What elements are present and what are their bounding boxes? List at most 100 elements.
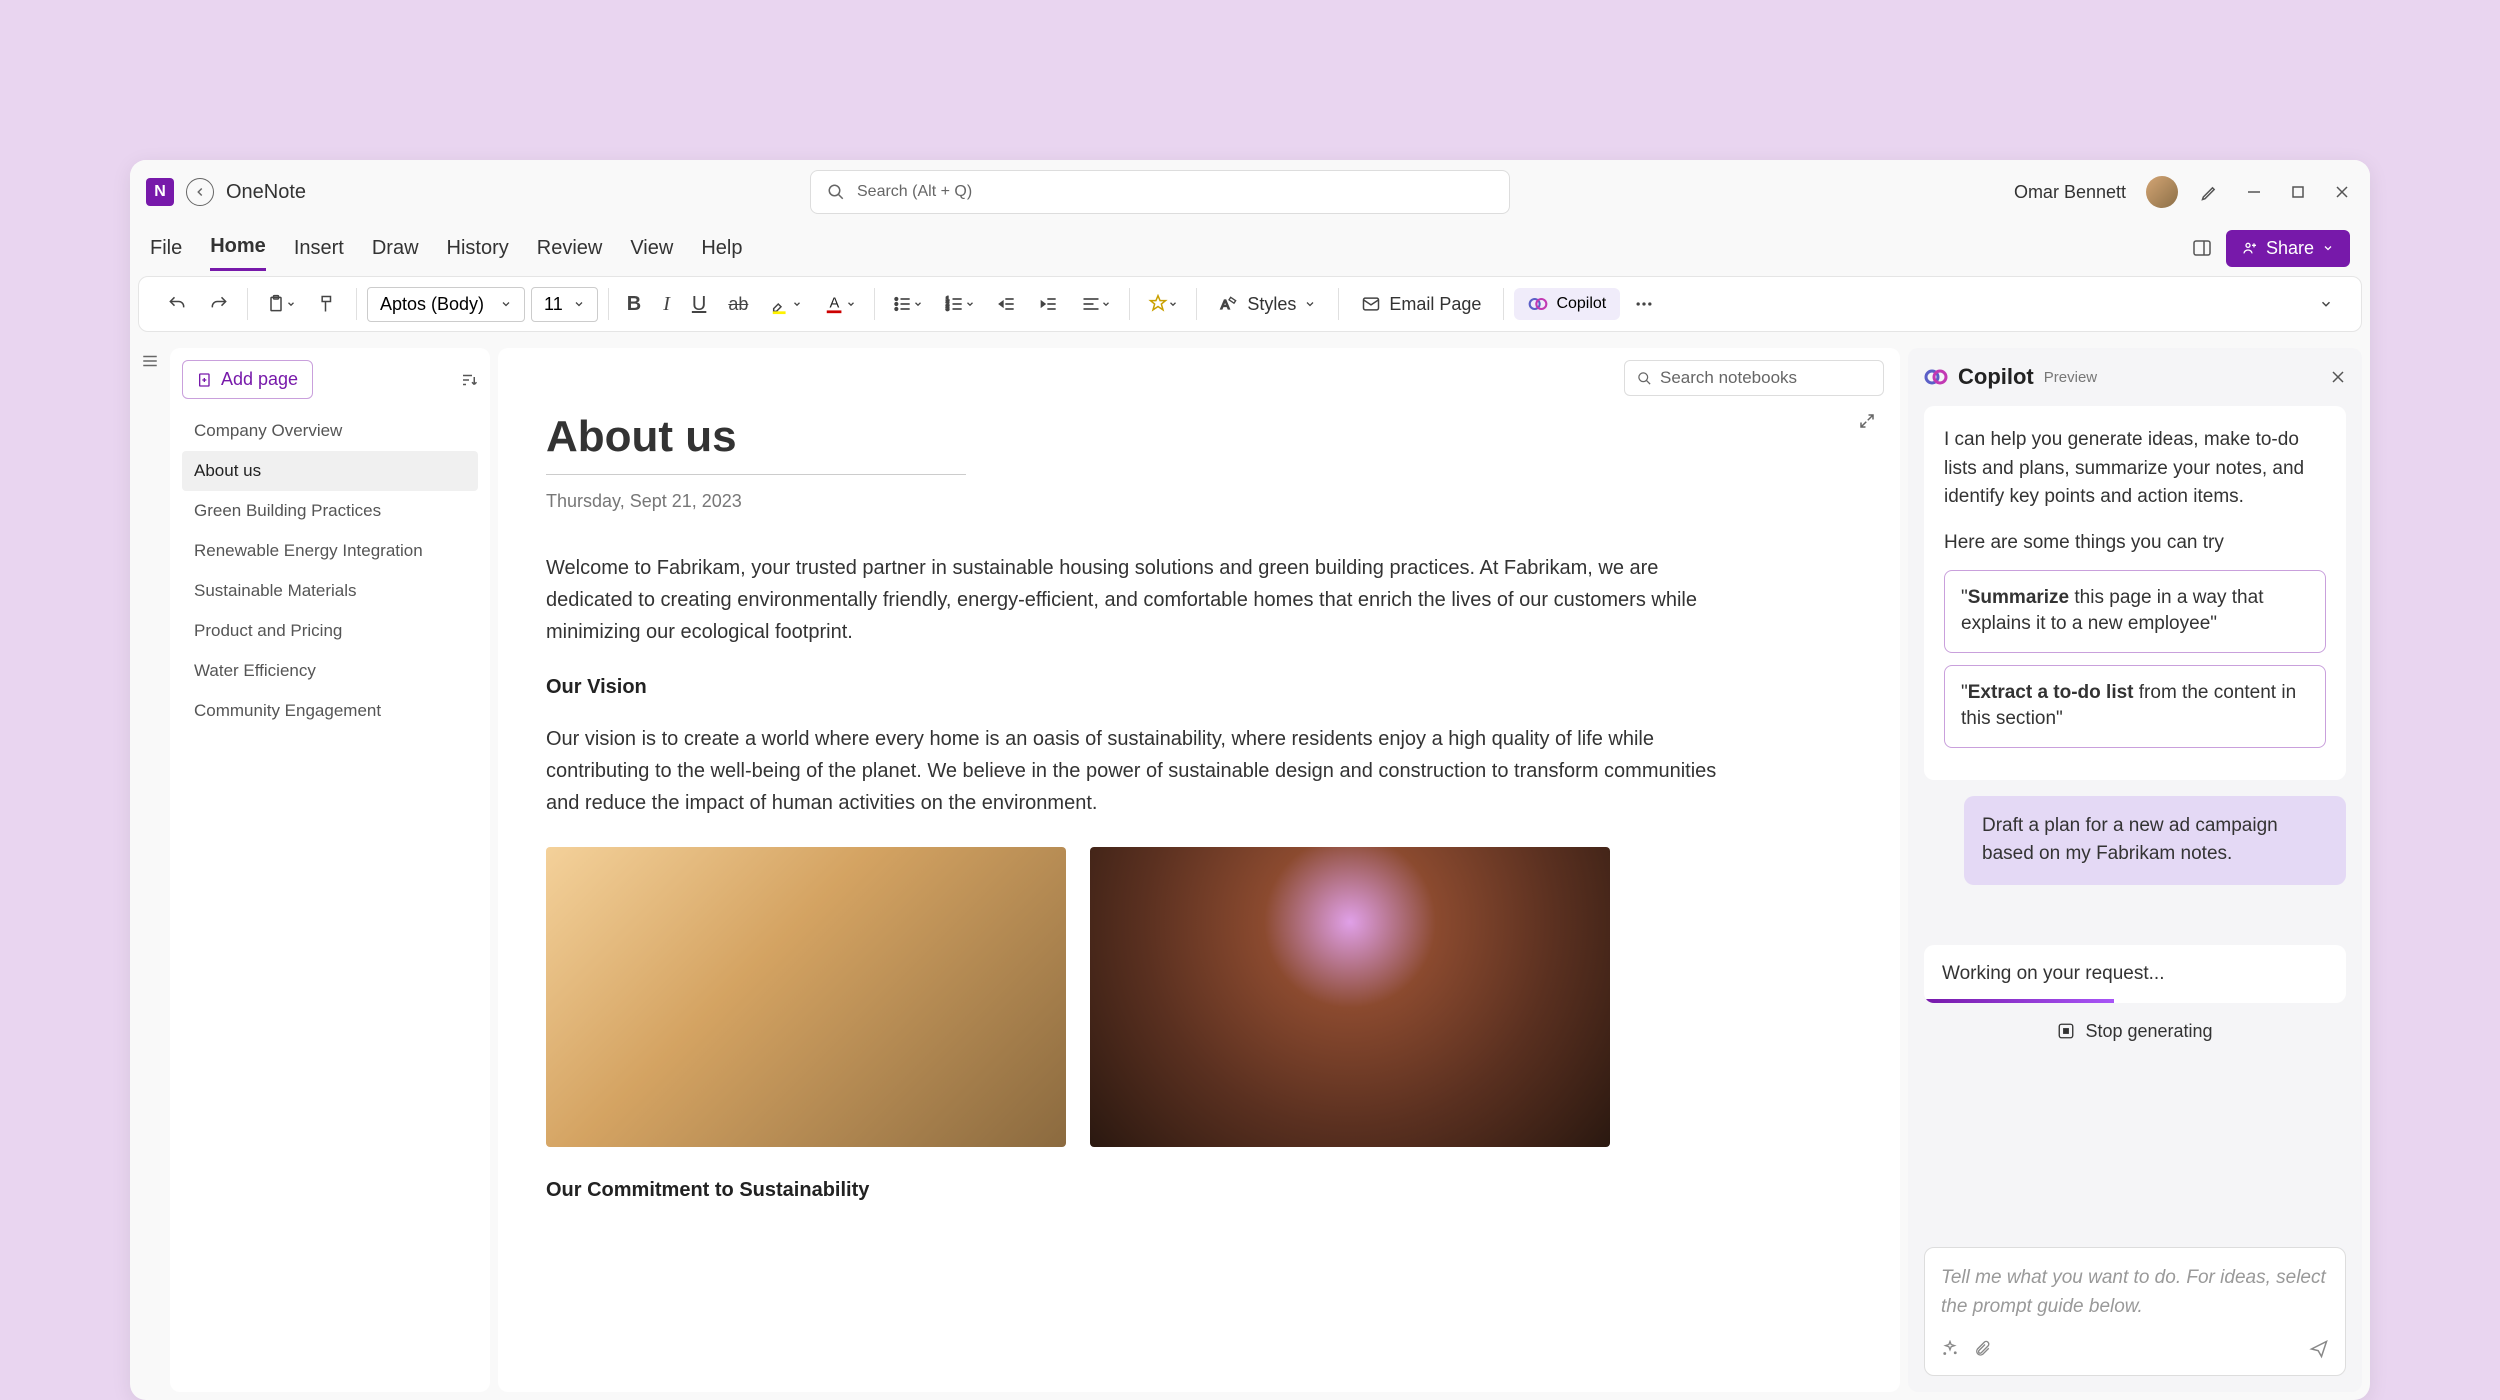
copilot-input[interactable]: Tell me what you want to do. For ideas, …: [1924, 1247, 2346, 1376]
font-size-select[interactable]: 11: [531, 287, 598, 322]
share-button[interactable]: Share: [2226, 230, 2350, 267]
note-content[interactable]: About us Thursday, Sept 21, 2023 Welcome…: [498, 348, 1900, 1246]
back-button[interactable]: [186, 178, 214, 206]
page-item-product-pricing[interactable]: Product and Pricing: [182, 611, 478, 651]
onenote-app-icon: N: [146, 178, 174, 206]
copilot-user-message: Draft a plan for a new ad campaign based…: [1964, 796, 2346, 885]
hamburger-menu[interactable]: [130, 340, 170, 1400]
search-input[interactable]: Search (Alt + Q): [810, 170, 1510, 214]
menu-home[interactable]: Home: [210, 225, 266, 271]
user-name: Omar Bennett: [2014, 182, 2126, 203]
note-heading-commitment[interactable]: Our Commitment to Sustainability: [546, 1179, 1852, 1202]
more-options-button[interactable]: [1626, 288, 1662, 320]
email-icon: [1361, 294, 1381, 314]
stop-generating-button[interactable]: Stop generating: [1924, 1011, 2346, 1052]
note-heading-vision[interactable]: Our Vision: [546, 676, 1852, 699]
page-list-header: Add page: [182, 360, 478, 399]
chevron-down-icon: [2322, 242, 2334, 254]
send-icon[interactable]: [2309, 1339, 2329, 1359]
menu-review[interactable]: Review: [537, 227, 603, 270]
titlebar: N OneNote Search (Alt + Q) Omar Bennett: [130, 160, 2370, 224]
copilot-close-button[interactable]: [2330, 369, 2346, 385]
svg-text:A: A: [1221, 297, 1230, 312]
copilot-header: Copilot Preview: [1924, 364, 2346, 390]
add-page-button[interactable]: Add page: [182, 360, 313, 399]
copilot-suggestion-summarize[interactable]: "Summarize this page in a way that expla…: [1944, 570, 2326, 653]
attachment-icon[interactable]: [1973, 1340, 1991, 1358]
page-item-company-overview[interactable]: Company Overview: [182, 411, 478, 451]
highlight-button[interactable]: [762, 287, 810, 321]
copilot-intro-text: I can help you generate ideas, make to-d…: [1944, 426, 2326, 512]
note-date: Thursday, Sept 21, 2023: [546, 491, 1852, 512]
menu-insert[interactable]: Insert: [294, 227, 344, 270]
increase-indent-button[interactable]: [1031, 288, 1067, 320]
sparkle-icon[interactable]: [1941, 1340, 1959, 1358]
ribbon-collapse-button[interactable]: [2311, 291, 2341, 317]
tag-button[interactable]: [1140, 288, 1186, 320]
search-notebooks-input[interactable]: Search notebooks: [1624, 360, 1884, 396]
close-button[interactable]: [2330, 180, 2354, 204]
svg-text:3: 3: [946, 307, 949, 313]
svg-text:A: A: [830, 296, 840, 312]
menu-help[interactable]: Help: [701, 227, 742, 270]
share-icon: [2242, 240, 2258, 256]
copilot-working-card: Working on your request...: [1924, 945, 2346, 1003]
paste-button[interactable]: [258, 287, 304, 321]
note-title[interactable]: About us: [546, 412, 1852, 462]
decrease-indent-button[interactable]: [989, 288, 1025, 320]
note-image-2[interactable]: [1090, 847, 1610, 1147]
note-image-1[interactable]: [546, 847, 1066, 1147]
copilot-panel: Copilot Preview I can help you generate …: [1908, 348, 2362, 1392]
numbered-list-button[interactable]: 123: [937, 288, 983, 320]
italic-button[interactable]: I: [655, 287, 678, 322]
menu-view[interactable]: View: [630, 227, 673, 270]
email-page-label: Email Page: [1389, 294, 1481, 315]
styles-button[interactable]: A Styles: [1207, 288, 1328, 321]
font-family-value: Aptos (Body): [380, 294, 484, 315]
note-paragraph-1[interactable]: Welcome to Fabrikam, your trusted partne…: [546, 552, 1726, 648]
bullet-list-button[interactable]: [885, 288, 931, 320]
page-list-panel: Add page Company Overview About us Green…: [170, 348, 490, 1392]
font-family-select[interactable]: Aptos (Body): [367, 287, 525, 322]
copilot-ribbon-button[interactable]: Copilot: [1514, 288, 1620, 320]
user-avatar[interactable]: [2146, 176, 2178, 208]
panel-toggle-icon[interactable]: [2190, 236, 2214, 260]
suggestion-bold: Summarize: [1968, 587, 2069, 608]
maximize-button[interactable]: [2286, 180, 2310, 204]
pen-icon[interactable]: [2198, 180, 2222, 204]
copilot-input-actions: [1941, 1339, 2329, 1359]
menu-file[interactable]: File: [150, 227, 182, 270]
menubar-right: Share: [2190, 230, 2350, 267]
redo-button[interactable]: [201, 288, 237, 320]
page-item-water-efficiency[interactable]: Water Efficiency: [182, 651, 478, 691]
page-item-green-building[interactable]: Green Building Practices: [182, 491, 478, 531]
expand-page-button[interactable]: [1858, 412, 1876, 430]
menu-draw[interactable]: Draw: [372, 227, 419, 270]
copilot-suggestion-extract[interactable]: "Extract a to-do list from the content i…: [1944, 665, 2326, 748]
sort-button[interactable]: [460, 371, 478, 389]
page-item-community-engagement[interactable]: Community Engagement: [182, 691, 478, 731]
copilot-subtext: Here are some things you can try: [1944, 532, 2326, 554]
strikethrough-button[interactable]: ab: [720, 288, 756, 321]
note-paragraph-2[interactable]: Our vision is to create a world where ev…: [546, 723, 1726, 819]
add-page-icon: [197, 372, 213, 388]
menu-history[interactable]: History: [447, 227, 509, 270]
copilot-icon: [1528, 294, 1548, 314]
bold-button[interactable]: B: [619, 287, 649, 322]
page-item-sustainable-materials[interactable]: Sustainable Materials: [182, 571, 478, 611]
font-color-button[interactable]: A: [816, 287, 864, 321]
format-painter-button[interactable]: [310, 288, 346, 320]
page-item-renewable-energy[interactable]: Renewable Energy Integration: [182, 531, 478, 571]
minimize-button[interactable]: [2242, 180, 2266, 204]
page-body: Search notebooks About us Thursday, Sept…: [498, 348, 1900, 1392]
email-page-button[interactable]: Email Page: [1349, 288, 1493, 321]
align-button[interactable]: [1073, 288, 1119, 320]
undo-button[interactable]: [159, 288, 195, 320]
font-size-value: 11: [544, 294, 563, 315]
search-placeholder: Search (Alt + Q): [857, 183, 972, 201]
styles-label: Styles: [1247, 294, 1296, 315]
chevron-down-icon: [573, 298, 585, 310]
underline-button[interactable]: U: [684, 287, 714, 322]
title-underline: [546, 474, 966, 475]
page-item-about-us[interactable]: About us: [182, 451, 478, 491]
